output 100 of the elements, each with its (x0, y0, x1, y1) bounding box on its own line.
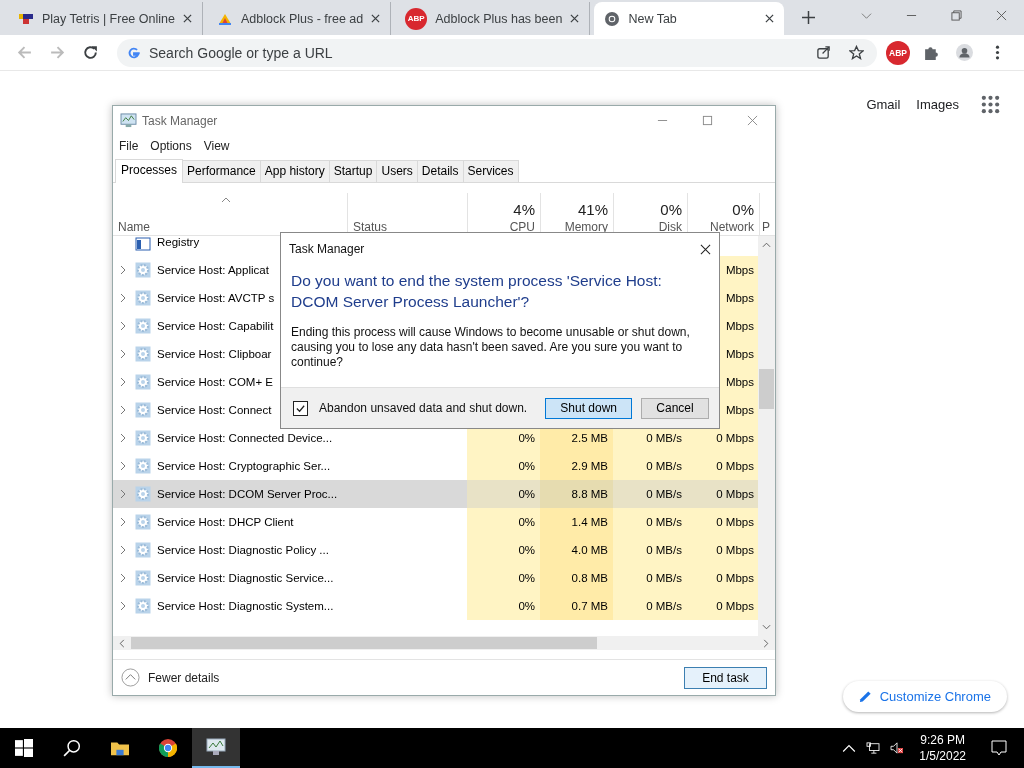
menu-item[interactable]: File (119, 139, 139, 153)
scroll-left-icon[interactable] (119, 638, 125, 648)
apps-grid-icon[interactable] (981, 95, 1000, 114)
table-cell: 0% (467, 480, 540, 508)
close-icon[interactable] (700, 243, 711, 255)
browser-tab[interactable]: Adblock Plus - free ad (206, 2, 392, 35)
gear-icon (135, 514, 151, 530)
checkbox[interactable] (293, 400, 308, 416)
gear-icon (135, 346, 151, 362)
task-manager-taskbar-button[interactable] (192, 728, 240, 768)
scroll-down-icon[interactable] (762, 624, 771, 630)
process-name: Registry (157, 236, 200, 248)
gear-icon (135, 542, 151, 558)
table-cell: 0% (467, 564, 540, 592)
selected-row[interactable]: Service Host: DCOM Server Proc... 0% 8.8 MB 0 MB/s 0 Mbps (113, 480, 759, 508)
checkbox-label[interactable]: Abandon unsaved data and shut down. (319, 401, 528, 415)
maximize-icon[interactable] (702, 115, 713, 126)
puzzle-icon[interactable] (923, 44, 940, 61)
dialog-question: Do you want to end the system process 'Service Host: DCOM Server Process Launcher'? (290, 271, 663, 312)
search-icon[interactable] (63, 739, 81, 757)
browser-tab[interactable]: Play Tetris | Free Online (8, 2, 203, 35)
tab[interactable]: Processes (115, 159, 184, 183)
table-cell: 0.7 MB (540, 592, 613, 620)
process-name: Service Host: Cryptographic Ser... (157, 460, 331, 472)
process-name: Service Host: Connect (157, 404, 272, 416)
star-icon[interactable] (849, 45, 864, 60)
tab[interactable]: App history (260, 160, 330, 182)
abp-icon: ABP (405, 7, 428, 30)
chrome-icon[interactable] (159, 739, 177, 757)
close-icon[interactable] (182, 14, 192, 23)
collapse-icon[interactable] (121, 668, 140, 687)
share-icon[interactable] (816, 45, 831, 60)
scroll-thumb[interactable] (131, 637, 597, 649)
column-header[interactable]: Status (353, 220, 462, 234)
registry-icon (135, 236, 151, 252)
windows-start-icon[interactable] (15, 739, 33, 757)
clock-time[interactable]: 9:26 PM (920, 732, 965, 748)
vertical-scrollbar[interactable] (758, 236, 775, 636)
profile-icon[interactable] (956, 44, 973, 61)
reload-icon[interactable] (82, 44, 99, 61)
network-icon[interactable] (866, 742, 881, 754)
extension-icon[interactable]: ABP (886, 40, 910, 65)
menu-item[interactable]: Options (150, 139, 192, 153)
browser-tab[interactable]: ABP Adblock Plus has been (395, 2, 591, 35)
table-cell: 0% (467, 536, 540, 564)
customize-chrome-button[interactable]: Customize Chrome (842, 681, 1007, 712)
table-cell: 0 Mbps (687, 452, 759, 480)
column-total: 4% (513, 201, 535, 218)
tab[interactable]: Details (417, 160, 464, 182)
header-link[interactable]: Gmail (866, 97, 901, 112)
column-header[interactable]: P (762, 220, 770, 234)
tab[interactable]: Startup (329, 160, 378, 182)
table-cell: 0 MB/s (613, 592, 687, 620)
process-name: Service Host: Diagnostic Policy ... (157, 544, 329, 556)
google-icon (127, 45, 141, 60)
process-name: Service Host: Clipboar (157, 348, 272, 360)
restore-icon[interactable] (951, 10, 962, 21)
clock-date[interactable]: 1/5/2022 (919, 748, 966, 764)
menu-item[interactable]: View (203, 139, 230, 153)
address-bar[interactable]: Search Google or type a URL (117, 38, 877, 67)
column-total: 41% (577, 201, 608, 218)
tab[interactable]: Users (377, 160, 418, 182)
end-task-button[interactable]: End task (684, 666, 767, 689)
process-name: Service Host: AVCTP s (157, 292, 275, 304)
shut-down-button[interactable]: Shut down (545, 397, 632, 419)
cancel-button[interactable]: Cancel (641, 397, 709, 419)
tab[interactable]: Performance (183, 160, 261, 182)
column-total: 0% (660, 201, 682, 218)
close-icon[interactable] (764, 14, 774, 23)
caret-up-icon[interactable] (842, 742, 857, 754)
scroll-up-icon[interactable] (762, 242, 771, 248)
gear-icon (135, 402, 151, 418)
column-header[interactable]: Memory (564, 220, 608, 234)
browser-tab[interactable]: New Tab (594, 2, 784, 35)
table-cell: 0 MB/s (613, 452, 687, 480)
column-header[interactable]: CPU (509, 220, 535, 234)
tab[interactable]: Services (463, 160, 519, 182)
notification-icon[interactable] (991, 740, 1007, 756)
table-cell: 0 MB/s (613, 564, 687, 592)
monitor-icon (206, 738, 226, 756)
horizontal-scrollbar[interactable] (113, 636, 775, 650)
table-cell: 0% (467, 452, 540, 480)
column-header[interactable]: Name (118, 220, 342, 234)
speaker-muted-icon[interactable] (890, 742, 905, 754)
table-cell: 0 MB/s (613, 480, 687, 508)
table-cell: 0 MB/s (613, 508, 687, 536)
scroll-right-icon[interactable] (763, 638, 769, 648)
gear-icon (135, 318, 151, 334)
fewer-details-link[interactable]: Fewer details (148, 670, 220, 685)
new-tab-icon[interactable] (801, 11, 815, 24)
monitor-icon (120, 113, 137, 128)
gear-icon (135, 598, 151, 614)
process-name: Service Host: Connected Device... (157, 432, 333, 444)
header-link[interactable]: Images (916, 97, 959, 112)
column-header[interactable]: Network (710, 220, 754, 234)
close-icon[interactable] (371, 14, 381, 23)
close-icon[interactable] (570, 14, 580, 23)
scroll-thumb[interactable] (759, 369, 774, 409)
column-header[interactable]: Disk (658, 220, 682, 234)
gear-icon (135, 374, 151, 390)
